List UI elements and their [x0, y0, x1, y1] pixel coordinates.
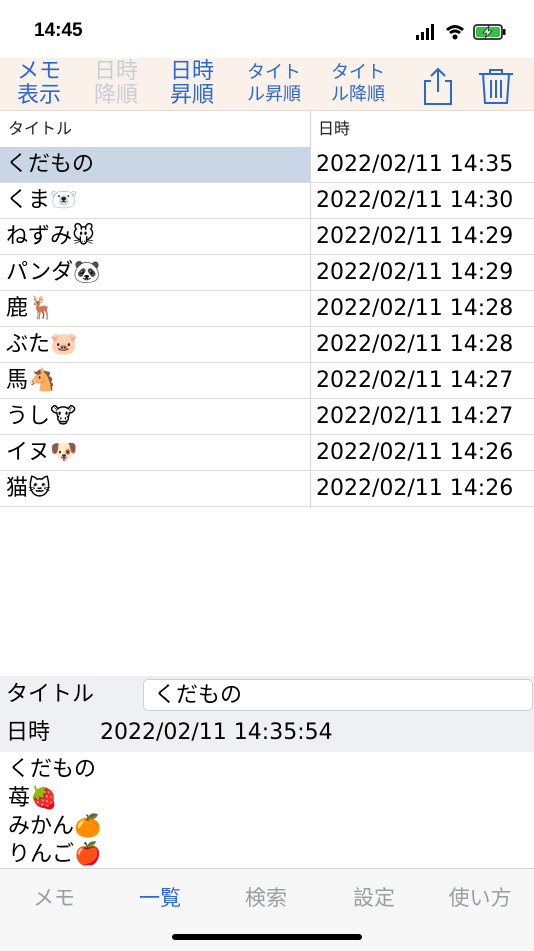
table-row[interactable]: ねずみ🐭 2022/02/11 14:29: [0, 219, 534, 255]
cellular-signal-icon: [416, 24, 434, 40]
date-desc-button[interactable]: 日時 降順: [84, 58, 148, 110]
memo-line: りんご🍎: [8, 842, 102, 867]
table-row[interactable]: くだもの 2022/02/11 14:35: [0, 147, 534, 183]
column-divider: [310, 111, 311, 509]
list-header: タイトル 日時: [0, 111, 534, 148]
battery-charging-icon: [473, 24, 506, 40]
toolbar: メモ 表示 日時 降順 日時 昇順 タイト ル昇順 タイト ル降順: [0, 58, 534, 111]
tab-list[interactable]: 一覧: [114, 881, 206, 915]
row-title: くま🐻‍❄️: [6, 188, 78, 213]
row-title: イヌ🐶: [6, 440, 78, 465]
table-row[interactable]: 鹿🦌 2022/02/11 14:28: [0, 291, 534, 327]
memo-line: 苺🍓: [8, 786, 58, 811]
status-time: 14:45: [34, 20, 83, 41]
row-date: 2022/02/11 14:28: [316, 332, 514, 357]
row-date: 2022/02/11 14:27: [316, 404, 514, 429]
table-row[interactable]: イヌ🐶 2022/02/11 14:26: [0, 435, 534, 471]
memo-list: くだもの 2022/02/11 14:35 くま🐻‍❄️ 2022/02/11 …: [0, 147, 534, 507]
tab-settings[interactable]: 設定: [328, 881, 420, 915]
tab-memo[interactable]: メモ: [8, 881, 100, 915]
table-row[interactable]: パンダ🐼 2022/02/11 14:29: [0, 255, 534, 291]
wifi-icon: [446, 25, 464, 40]
row-title: 猫🐱: [6, 476, 51, 501]
memo-line: みかん🍊: [8, 814, 102, 839]
detail-title-label: タイトル: [6, 682, 95, 707]
trash-icon[interactable]: [476, 66, 516, 106]
row-title: 馬🐴: [6, 368, 56, 393]
row-date: 2022/02/11 14:26: [316, 440, 514, 465]
row-title: くだもの: [6, 152, 95, 177]
detail-date-row: 日時 2022/02/11 14:35:54: [0, 714, 534, 752]
detail-date-value: 2022/02/11 14:35:54: [100, 720, 333, 745]
row-title: ぶた🐷: [6, 332, 78, 357]
title-desc-button[interactable]: タイト ル降順: [320, 58, 396, 110]
column-header-title[interactable]: タイトル: [8, 111, 72, 147]
table-row[interactable]: 馬🐴 2022/02/11 14:27: [0, 363, 534, 399]
title-asc-button[interactable]: タイト ル昇順: [236, 58, 312, 110]
status-icons: [416, 24, 506, 40]
row-date: 2022/02/11 14:28: [316, 296, 514, 321]
row-date: 2022/02/11 14:35: [316, 152, 514, 177]
tab-search[interactable]: 検索: [220, 881, 312, 915]
table-row[interactable]: くま🐻‍❄️ 2022/02/11 14:30: [0, 183, 534, 219]
detail-date-label: 日時: [6, 720, 51, 745]
home-indicator: [172, 934, 362, 940]
memo-display-button[interactable]: メモ 表示: [4, 58, 74, 110]
detail-title-row: タイトル くだもの: [0, 676, 534, 714]
row-title: ねずみ🐭: [6, 224, 95, 249]
row-date: 2022/02/11 14:29: [316, 224, 514, 249]
title-input[interactable]: くだもの: [143, 679, 533, 711]
date-asc-button[interactable]: 日時 昇順: [160, 58, 224, 110]
column-header-date[interactable]: 日時: [318, 111, 350, 147]
row-date: 2022/02/11 14:26: [316, 476, 514, 501]
status-bar: 14:45: [0, 0, 534, 58]
table-row[interactable]: うし🐮 2022/02/11 14:27: [0, 399, 534, 435]
row-date: 2022/02/11 14:27: [316, 368, 514, 393]
table-row[interactable]: 猫🐱 2022/02/11 14:26: [0, 471, 534, 507]
row-title: 鹿🦌: [6, 296, 56, 321]
tab-howto[interactable]: 使い方: [430, 881, 530, 915]
row-date: 2022/02/11 14:30: [316, 188, 514, 213]
memo-line: くだもの: [8, 757, 97, 782]
memo-text-area[interactable]: くだもの 苺🍓 みかん🍊 りんご🍎: [0, 752, 534, 868]
table-row[interactable]: ぶた🐷 2022/02/11 14:28: [0, 327, 534, 363]
share-icon[interactable]: [418, 66, 458, 106]
row-title: うし🐮: [6, 404, 77, 429]
row-date: 2022/02/11 14:29: [316, 260, 514, 285]
row-title: パンダ🐼: [6, 260, 101, 285]
